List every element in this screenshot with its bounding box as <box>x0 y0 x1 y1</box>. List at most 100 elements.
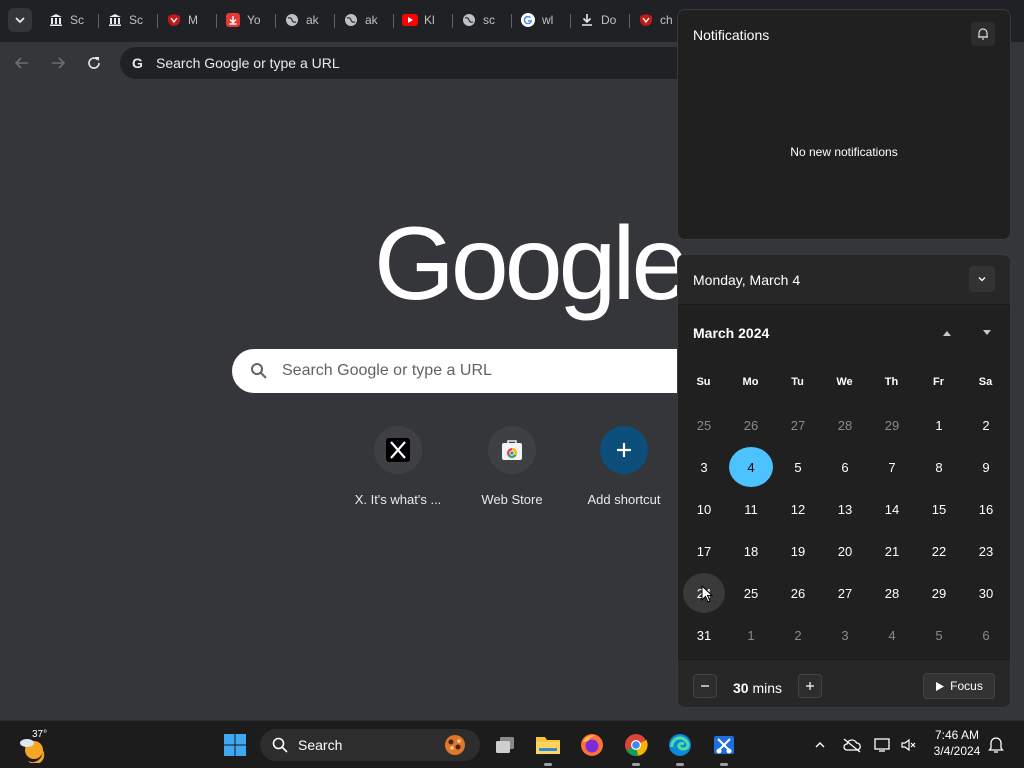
calendar-day[interactable]: 13 <box>823 488 867 530</box>
weather-widget[interactable]: 37° <box>18 727 52 763</box>
download-red-icon <box>225 12 241 28</box>
taskbar-firefox[interactable] <box>576 729 608 761</box>
tab-title: Yo <box>247 13 261 27</box>
taskbar-search[interactable]: Search <box>260 729 480 761</box>
task-view-button[interactable] <box>489 729 521 761</box>
calendar-day[interactable]: 20 <box>823 530 867 572</box>
shortcut-x[interactable]: X. It's what's ... <box>342 426 454 507</box>
weekday-label: Mo <box>742 376 759 388</box>
show-hidden-icons-button[interactable] <box>809 733 831 757</box>
calendar-day[interactable]: 22 <box>917 530 961 572</box>
calendar-day[interactable]: 26 <box>776 572 820 614</box>
calendar-day[interactable]: 28 <box>823 404 867 446</box>
tab-title: sc <box>483 13 495 27</box>
calendar-day[interactable]: 1 <box>917 404 961 446</box>
calendar-collapse-button[interactable] <box>969 266 995 292</box>
taskbar-clock[interactable]: 7:46 AM 3/4/2024 <box>926 727 988 759</box>
calendar-day[interactable]: 11 <box>729 488 773 530</box>
browser-tab[interactable]: Yo <box>217 6 276 34</box>
calendar-day[interactable]: 25 <box>682 404 726 446</box>
calendar-day[interactable]: 16 <box>964 488 1008 530</box>
minus-icon <box>701 685 709 687</box>
day-number: 1 <box>935 417 943 433</box>
browser-tab[interactable]: Kl <box>394 6 453 34</box>
add-shortcut-button[interactable]: Add shortcut <box>568 426 680 507</box>
address-bar[interactable]: G Search Google or type a URL <box>120 47 720 79</box>
calendar-day[interactable]: 27 <box>776 404 820 446</box>
calendar-day[interactable]: 25 <box>729 572 773 614</box>
calendar-day[interactable]: 15 <box>917 488 961 530</box>
calendar-day[interactable]: 29 <box>870 404 914 446</box>
calendar-day[interactable]: 14 <box>870 488 914 530</box>
calendar-day[interactable]: 18 <box>729 530 773 572</box>
browser-tab[interactable]: sc <box>453 6 512 34</box>
calendar-day[interactable]: 3 <box>682 446 726 488</box>
calendar-day[interactable]: 27 <box>823 572 867 614</box>
back-button[interactable] <box>10 51 34 75</box>
calendar-day[interactable]: 6 <box>964 614 1008 656</box>
calendar-day[interactable]: 31 <box>682 614 726 656</box>
calendar-day-selected[interactable]: 4 <box>729 446 773 488</box>
tab-search-button[interactable] <box>8 8 32 32</box>
search-highlight-icon <box>445 735 465 755</box>
notification-center: Notifications No new notifications <box>677 9 1011 240</box>
calendar-day[interactable]: 6 <box>823 446 867 488</box>
day-number: 29 <box>884 417 900 433</box>
browser-tab[interactable]: M <box>158 6 217 34</box>
previous-month-button[interactable] <box>937 325 957 341</box>
increase-minutes-button[interactable] <box>798 674 822 698</box>
browser-tab[interactable]: Sc <box>40 6 99 34</box>
calendar-day[interactable]: 28 <box>870 572 914 614</box>
browser-tab[interactable]: Do <box>571 6 630 34</box>
onedrive-tray-icon[interactable] <box>841 733 863 757</box>
shortcut-web-store[interactable]: Web Store <box>456 426 568 507</box>
calendar-day[interactable]: 23 <box>964 530 1008 572</box>
browser-tab[interactable]: ak <box>335 6 394 34</box>
shortcut-label: X. It's what's ... <box>354 492 442 507</box>
do-not-disturb-button[interactable] <box>971 22 995 46</box>
day-number: 5 <box>935 627 943 643</box>
calendar-day[interactable]: 26 <box>729 404 773 446</box>
calendar-day[interactable]: 12 <box>776 488 820 530</box>
calendar-day[interactable]: 30 <box>964 572 1008 614</box>
calendar-day[interactable]: 2 <box>964 404 1008 446</box>
next-month-button[interactable] <box>977 325 997 341</box>
plus-icon <box>806 682 814 690</box>
calendar-day[interactable]: 21 <box>870 530 914 572</box>
focus-duration: 30 mins <box>733 680 782 696</box>
forward-button[interactable] <box>46 51 70 75</box>
calendar-day[interactable]: 7 <box>870 446 914 488</box>
shortcut-icon-tile <box>488 426 536 474</box>
calendar-month-label[interactable]: March 2024 <box>693 325 769 341</box>
notification-bell-button[interactable] <box>985 733 1007 757</box>
browser-tab[interactable]: wl <box>512 6 571 34</box>
tab-title: ak <box>306 13 319 27</box>
calendar-day[interactable]: 2 <box>776 614 820 656</box>
browser-tab[interactable]: Sc <box>99 6 158 34</box>
calendar-day[interactable]: 17 <box>682 530 726 572</box>
network-tray-icon[interactable] <box>872 733 894 757</box>
browser-tab[interactable]: ak <box>276 6 335 34</box>
reload-button[interactable] <box>82 51 106 75</box>
calendar-day[interactable]: 19 <box>776 530 820 572</box>
taskbar-snipping-tool[interactable] <box>708 729 740 766</box>
calendar-day[interactable]: 5 <box>776 446 820 488</box>
focus-button[interactable]: Focus <box>923 673 995 699</box>
calendar-day[interactable]: 3 <box>823 614 867 656</box>
volume-tray-icon[interactable] <box>898 733 920 757</box>
decrease-minutes-button[interactable] <box>693 674 717 698</box>
clock-time: 7:46 AM <box>934 728 980 742</box>
calendar-day[interactable]: 9 <box>964 446 1008 488</box>
calendar-day[interactable]: 10 <box>682 488 726 530</box>
taskbar-edge[interactable] <box>664 729 696 766</box>
calendar-day[interactable]: 1 <box>729 614 773 656</box>
taskbar-file-explorer[interactable] <box>532 729 564 766</box>
focus-button-label: Focus <box>950 679 983 693</box>
calendar-day[interactable]: 4 <box>870 614 914 656</box>
calendar-day[interactable]: 8 <box>917 446 961 488</box>
calendar-day[interactable]: 29 <box>917 572 961 614</box>
calendar-day[interactable]: 5 <box>917 614 961 656</box>
taskbar-chrome[interactable] <box>620 729 652 766</box>
start-button[interactable] <box>219 729 251 761</box>
running-indicator <box>544 763 552 766</box>
